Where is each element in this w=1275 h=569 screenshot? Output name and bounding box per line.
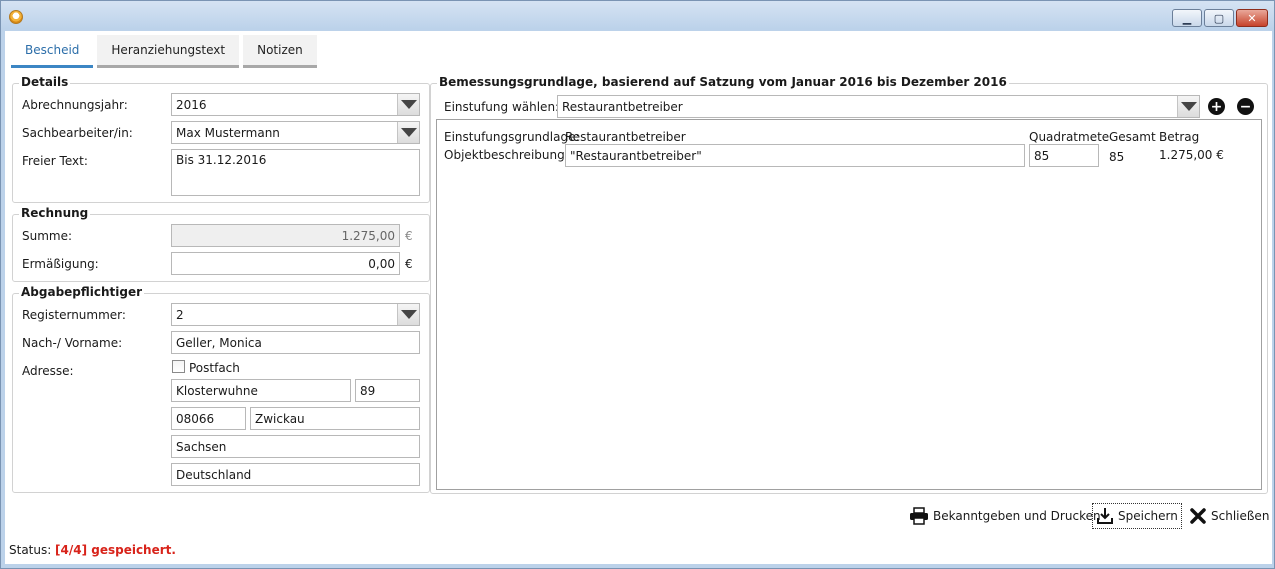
bekanntgeben-drucken-button[interactable]: Bekanntgeben und Drucken (906, 503, 1104, 529)
gesamt-header: Gesamt (1109, 130, 1156, 144)
einstufung-dropdown-button[interactable] (1177, 96, 1199, 117)
details-title: Details (19, 75, 71, 89)
download-icon (1097, 508, 1113, 524)
tab-bescheid[interactable]: Bescheid (11, 35, 94, 68)
name-label: Nach-/ Vorname: (22, 336, 123, 350)
tab-notizen[interactable]: Notizen (243, 35, 317, 68)
gesamt-value: 85 (1109, 150, 1125, 164)
minus-circle-icon[interactable]: − (1237, 98, 1254, 115)
betrag-value: 1.275,00 € (1159, 148, 1224, 162)
abrechnungsjahr-label: Abrechnungsjahr: (22, 98, 128, 112)
window-controls: ▁ ▢ ✕ (1172, 9, 1268, 27)
summe-currency: € (405, 229, 413, 243)
speichern-label: Speichern (1118, 509, 1178, 523)
status-text: [4/4] gespeichert. (55, 543, 176, 557)
abrechnungsjahr-select[interactable]: 2016 (171, 93, 420, 116)
summe-field: 1.275,00 (171, 224, 400, 247)
einstufung-label: Einstufung wählen: (444, 100, 560, 114)
schliessen-button[interactable]: Schließen (1186, 503, 1272, 529)
close-window-button[interactable]: ✕ (1236, 9, 1268, 27)
registernummer-value: 2 (176, 307, 184, 322)
minimize-button[interactable]: ▁ (1172, 9, 1202, 27)
printer-icon (910, 507, 928, 525)
registernummer-label: Registernummer: (22, 308, 126, 322)
chevron-down-icon (400, 128, 417, 137)
close-icon: ✕ (1247, 11, 1257, 25)
einstufung-value: Restaurantbetreiber (562, 99, 683, 114)
abgabepflichtiger-title: Abgabepflichtiger (19, 285, 145, 299)
sachbearbeiter-value: Max Mustermann (176, 125, 280, 140)
bekanntgeben-drucken-label: Bekanntgeben und Drucken (933, 509, 1101, 523)
application-window: ▁ ▢ ✕ Bescheid Heranziehungstext Notizen… (0, 0, 1275, 569)
chevron-down-icon (400, 310, 417, 319)
rechnung-title: Rechnung (19, 206, 91, 220)
freitext-textarea[interactable]: Bis 31.12.2016 (171, 149, 420, 196)
abrechnungsjahr-value: 2016 (176, 97, 207, 112)
freitext-label: Freier Text: (22, 154, 88, 168)
ort-field[interactable]: Zwickau (250, 407, 420, 430)
bundesland-field[interactable]: Sachsen (171, 435, 420, 458)
registernummer-dropdown-button[interactable] (397, 304, 419, 325)
einstufung-select[interactable]: Restaurantbetreiber (557, 95, 1200, 118)
x-icon (1190, 508, 1206, 524)
details-group: Details Abrechnungsjahr: 2016 Sachbearbe… (12, 75, 430, 203)
chevron-down-icon (400, 100, 417, 109)
plz-field[interactable]: 08066 (171, 407, 246, 430)
einstufung-detail-panel: Einstufungsgrundlage: Restaurantbetreibe… (436, 119, 1262, 490)
schliessen-label: Schließen (1211, 509, 1270, 523)
tab-bar: Bescheid Heranziehungstext Notizen (11, 35, 317, 68)
minimize-icon: ▁ (1182, 11, 1192, 25)
summe-label: Summe: (22, 229, 73, 243)
quadratmeter-field[interactable]: 85 (1029, 144, 1099, 167)
app-icon (9, 10, 23, 24)
land-field[interactable]: Deutschland (171, 463, 420, 486)
status-label: Status: (9, 543, 52, 557)
name-field[interactable]: Geller, Monica (171, 331, 420, 354)
grundlage-label: Einstufungsgrundlage: (444, 130, 580, 144)
maximize-icon: ▢ (1213, 11, 1225, 25)
speichern-button[interactable]: Speichern (1092, 503, 1182, 529)
strasse-field[interactable]: Klosterwuhne (171, 379, 351, 402)
sachbearbeiter-label: Sachbearbeiter/in: (22, 126, 133, 140)
abrechnungsjahr-dropdown-button[interactable] (397, 94, 419, 115)
bemessung-title: Bemessungsgrundlage, basierend auf Satzu… (437, 75, 1009, 89)
objekt-label: Objektbeschreibung: (444, 148, 569, 162)
registernummer-select[interactable]: 2 (171, 303, 420, 326)
postfach-checkbox[interactable] (172, 360, 185, 373)
ermaessigung-label: Ermäßigung: (22, 257, 99, 271)
client-area: Bescheid Heranziehungstext Notizen Detai… (5, 31, 1272, 564)
maximize-button[interactable]: ▢ (1204, 9, 1234, 27)
quadratmeter-header: Quadratmete (1029, 130, 1110, 144)
sachbearbeiter-select[interactable]: Max Mustermann (171, 121, 420, 144)
grundlage-value: Restaurantbetreiber (565, 130, 686, 144)
sachbearbeiter-dropdown-button[interactable] (397, 122, 419, 143)
hausnummer-field[interactable]: 89 (355, 379, 420, 402)
ermaessigung-currency: € (405, 257, 413, 271)
abgabepflichtiger-group: Abgabepflichtiger Registernummer: 2 Nach… (12, 285, 430, 493)
betrag-header: Betrag (1159, 130, 1200, 144)
plus-circle-icon[interactable]: + (1208, 98, 1225, 115)
postfach-label[interactable]: Postfach (189, 361, 240, 375)
ermaessigung-field[interactable]: 0,00 (171, 252, 400, 275)
tab-heranziehungstext[interactable]: Heranziehungstext (97, 35, 240, 68)
objektbeschreibung-field[interactable]: "Restaurantbetreiber" (565, 144, 1025, 167)
rechnung-group: Rechnung Summe: 1.275,00 € Ermäßigung: 0… (12, 206, 430, 282)
chevron-down-icon (1180, 102, 1197, 111)
adresse-label: Adresse: (22, 364, 74, 378)
title-bar[interactable]: ▁ ▢ ✕ (1, 1, 1274, 31)
